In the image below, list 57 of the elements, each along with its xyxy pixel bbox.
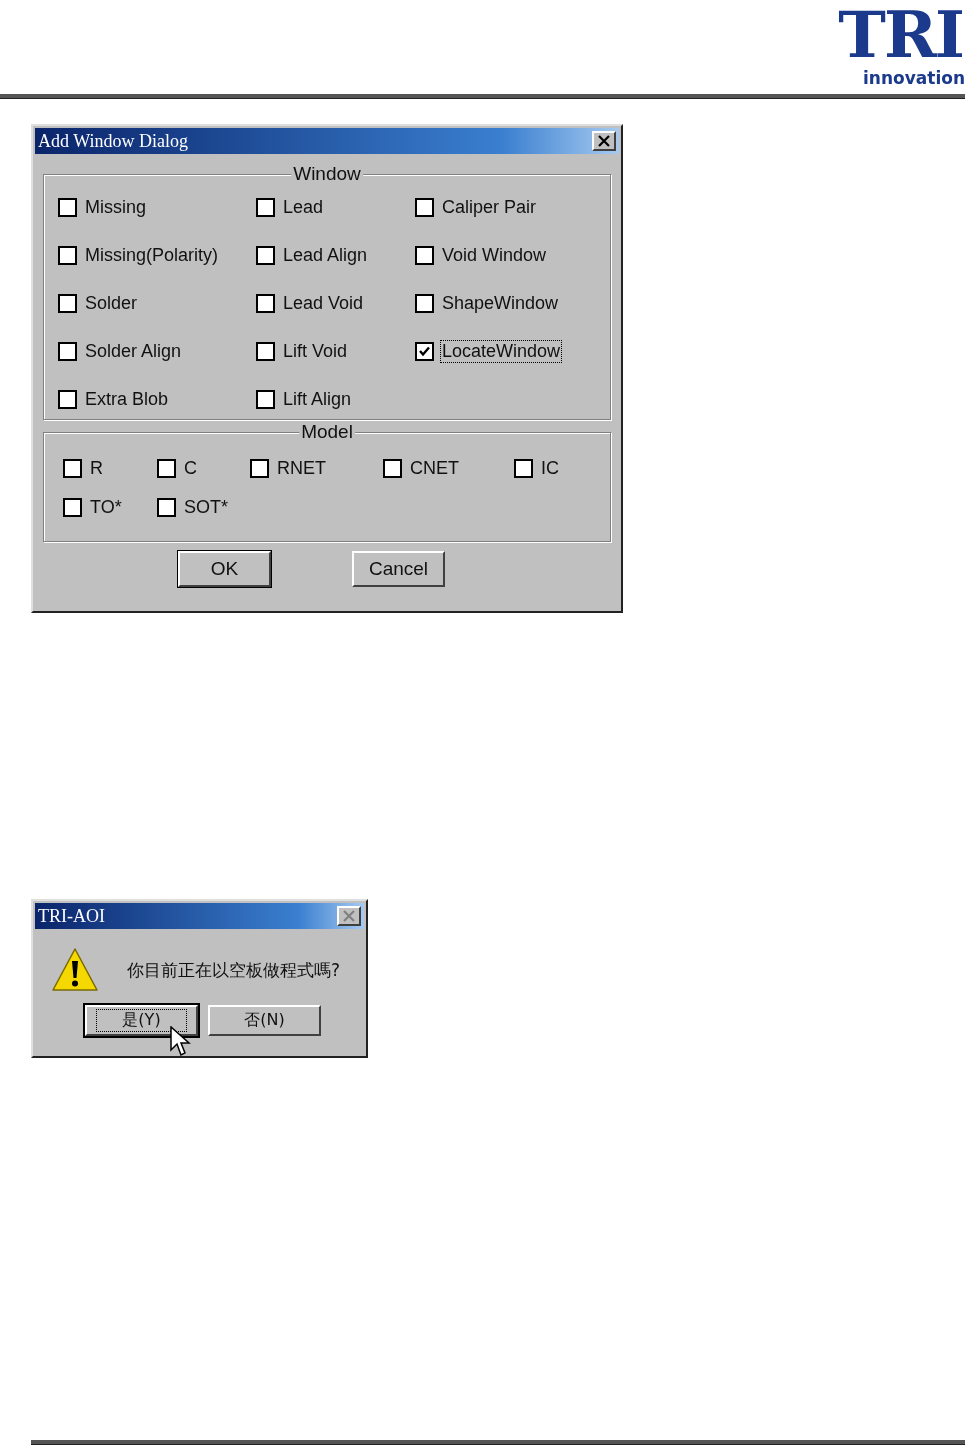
checkbox-label: R [89, 457, 104, 479]
checkbox[interactable] [256, 341, 275, 361]
cancel-button[interactable]: Cancel [352, 551, 445, 587]
checkbox[interactable] [58, 389, 77, 409]
close-icon [597, 135, 611, 147]
checkbox[interactable] [256, 245, 275, 265]
close-icon [342, 910, 356, 922]
logo-mark: TRI [838, 2, 963, 68]
checkbox-label: SOT* [183, 496, 229, 518]
checkbox[interactable] [415, 341, 434, 361]
cursor-icon [170, 1026, 192, 1058]
checkbox-label: CNET [409, 457, 460, 479]
no-button[interactable]: 否(N) [208, 1005, 321, 1036]
checkbox-label: Lead Void [282, 292, 365, 314]
checkbox[interactable] [250, 458, 269, 478]
checkbox[interactable] [415, 293, 434, 313]
message-text: 你目前正在以空板做程式嗎? [127, 958, 341, 982]
checkbox[interactable] [58, 293, 77, 313]
checkbox[interactable] [63, 497, 82, 517]
checkbox-label: Lead Align [282, 244, 369, 266]
checkbox[interactable] [63, 458, 82, 478]
warning-icon [51, 947, 99, 993]
checkbox-label: ShapeWindow [441, 292, 560, 314]
checkbox-label: C [183, 457, 198, 479]
yes-button[interactable]: 是(Y) [85, 1005, 198, 1036]
checkbox-label: TO* [89, 496, 123, 518]
checkbox-label: Solder Align [84, 340, 183, 362]
check-icon [418, 344, 431, 358]
checkbox-label: IC [540, 457, 560, 479]
checkbox-label: Lead [282, 196, 325, 218]
ok-button[interactable]: OK [178, 551, 271, 587]
checkbox[interactable] [256, 197, 275, 217]
window-title: TRI-AOI [38, 905, 105, 927]
checkbox-label: RNET [276, 457, 327, 479]
checkbox-label: Caliper Pair [441, 196, 538, 218]
checkbox-label: Lift Void [282, 340, 349, 362]
checkbox[interactable] [58, 245, 77, 265]
window-title: Add Window Dialog [38, 130, 188, 152]
checkbox[interactable] [58, 197, 77, 217]
checkbox[interactable] [383, 458, 402, 478]
checkbox[interactable] [415, 245, 434, 265]
checkbox[interactable] [256, 293, 275, 313]
checkbox[interactable] [58, 341, 77, 361]
checkbox-label: Solder [84, 292, 139, 314]
checkbox-label: Lift Align [282, 388, 353, 410]
checkbox-label: Void Window [441, 244, 548, 266]
checkbox[interactable] [514, 458, 533, 478]
checkbox[interactable] [256, 389, 275, 409]
checkbox[interactable] [157, 458, 176, 478]
checkbox-label: Missing [84, 196, 147, 218]
close-button[interactable] [592, 131, 616, 151]
checkbox-label: LocateWindow [441, 340, 562, 362]
checkbox-label: Extra Blob [84, 388, 170, 410]
checkbox[interactable] [415, 197, 434, 217]
checkbox[interactable] [157, 497, 176, 517]
checkbox-label: Missing(Polarity) [84, 244, 220, 266]
logo-tagline: innovation [863, 68, 965, 88]
